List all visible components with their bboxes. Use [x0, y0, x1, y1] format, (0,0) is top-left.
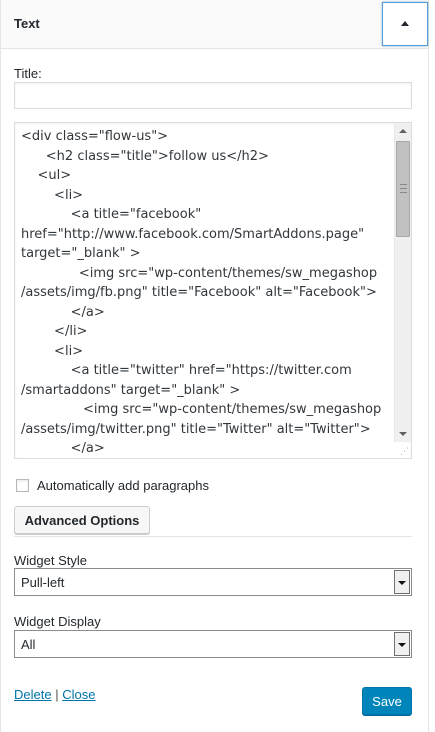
triangle-up-icon [401, 21, 409, 26]
content-line: target="_blank" > [21, 246, 141, 261]
triangle-down-icon [398, 643, 406, 647]
content-textarea[interactable]: <div class="flow-us"> <h2 class="title">… [14, 122, 412, 459]
title-label: Title: [14, 66, 42, 81]
close-link[interactable]: Close [62, 687, 95, 702]
dropdown-button[interactable] [394, 632, 410, 656]
autop-checkbox[interactable] [16, 479, 29, 492]
content-line: <li> [21, 343, 84, 359]
content-line: <h2 class="title">follow us</h2> [21, 148, 269, 164]
advanced-options-button[interactable]: Advanced Options [14, 506, 150, 534]
widget-title: Text [14, 16, 40, 31]
content-line: </a> [21, 441, 105, 456]
content-line: <a title="facebook" [21, 207, 202, 222]
scroll-up-arrow-icon[interactable] [399, 129, 407, 133]
scrollbar-thumb[interactable] [396, 141, 410, 237]
widget-style-value: Pull-left [21, 575, 65, 590]
widget-style-label: Widget Style [14, 553, 87, 568]
delete-link[interactable]: Delete [14, 687, 52, 702]
textarea-scrollbar[interactable] [394, 123, 411, 442]
resize-handle-icon[interactable]: ⋰ [399, 446, 409, 456]
widget-style-select[interactable]: Pull-left [14, 568, 412, 596]
content-line: /assets/img/fb.png" title="Facebook" alt… [21, 285, 377, 300]
save-button[interactable]: Save [362, 687, 412, 715]
widget-control-actions: Delete | Close [14, 687, 95, 702]
title-input[interactable] [14, 82, 412, 109]
dropdown-button[interactable] [394, 570, 410, 594]
autop-label: Automatically add paragraphs [37, 478, 209, 493]
widget-display-select[interactable]: All [14, 630, 412, 658]
content-line: /smartaddons" target="_blank" > [21, 382, 241, 398]
widget-header[interactable]: Text [1, 0, 428, 49]
widget-display-label: Widget Display [14, 614, 101, 629]
content-line: /assets/img/twitter.png" title="Twitter"… [21, 421, 371, 437]
widget-toggle-button[interactable] [382, 2, 428, 46]
divider [14, 536, 412, 537]
content-line: <li> [21, 187, 84, 203]
widget-display-value: All [21, 637, 36, 652]
content-line: <div class="flow-us"> [21, 129, 169, 144]
content-line: <img src="wp-content/themes/sw_megashop [21, 402, 382, 417]
grip-icon [400, 184, 407, 193]
content-line: <a title="twitter" href="https://twitter… [21, 363, 352, 378]
text-widget: Text Title: <div class="flow-us"> <h2 cl… [0, 0, 429, 732]
content-line: </a> [21, 304, 105, 320]
scroll-down-arrow-icon[interactable] [399, 432, 407, 436]
content-line: </li> [21, 324, 88, 339]
content-line: <img src="wp-content/themes/sw_megashop [21, 265, 378, 281]
content-text: <div class="flow-us"> <h2 class="title">… [21, 127, 399, 458]
triangle-down-icon [398, 581, 406, 585]
content-line: <ul> [21, 168, 72, 183]
link-separator: | [55, 687, 59, 702]
content-line: href="http://www.facebook.com/SmartAddon… [21, 226, 365, 242]
